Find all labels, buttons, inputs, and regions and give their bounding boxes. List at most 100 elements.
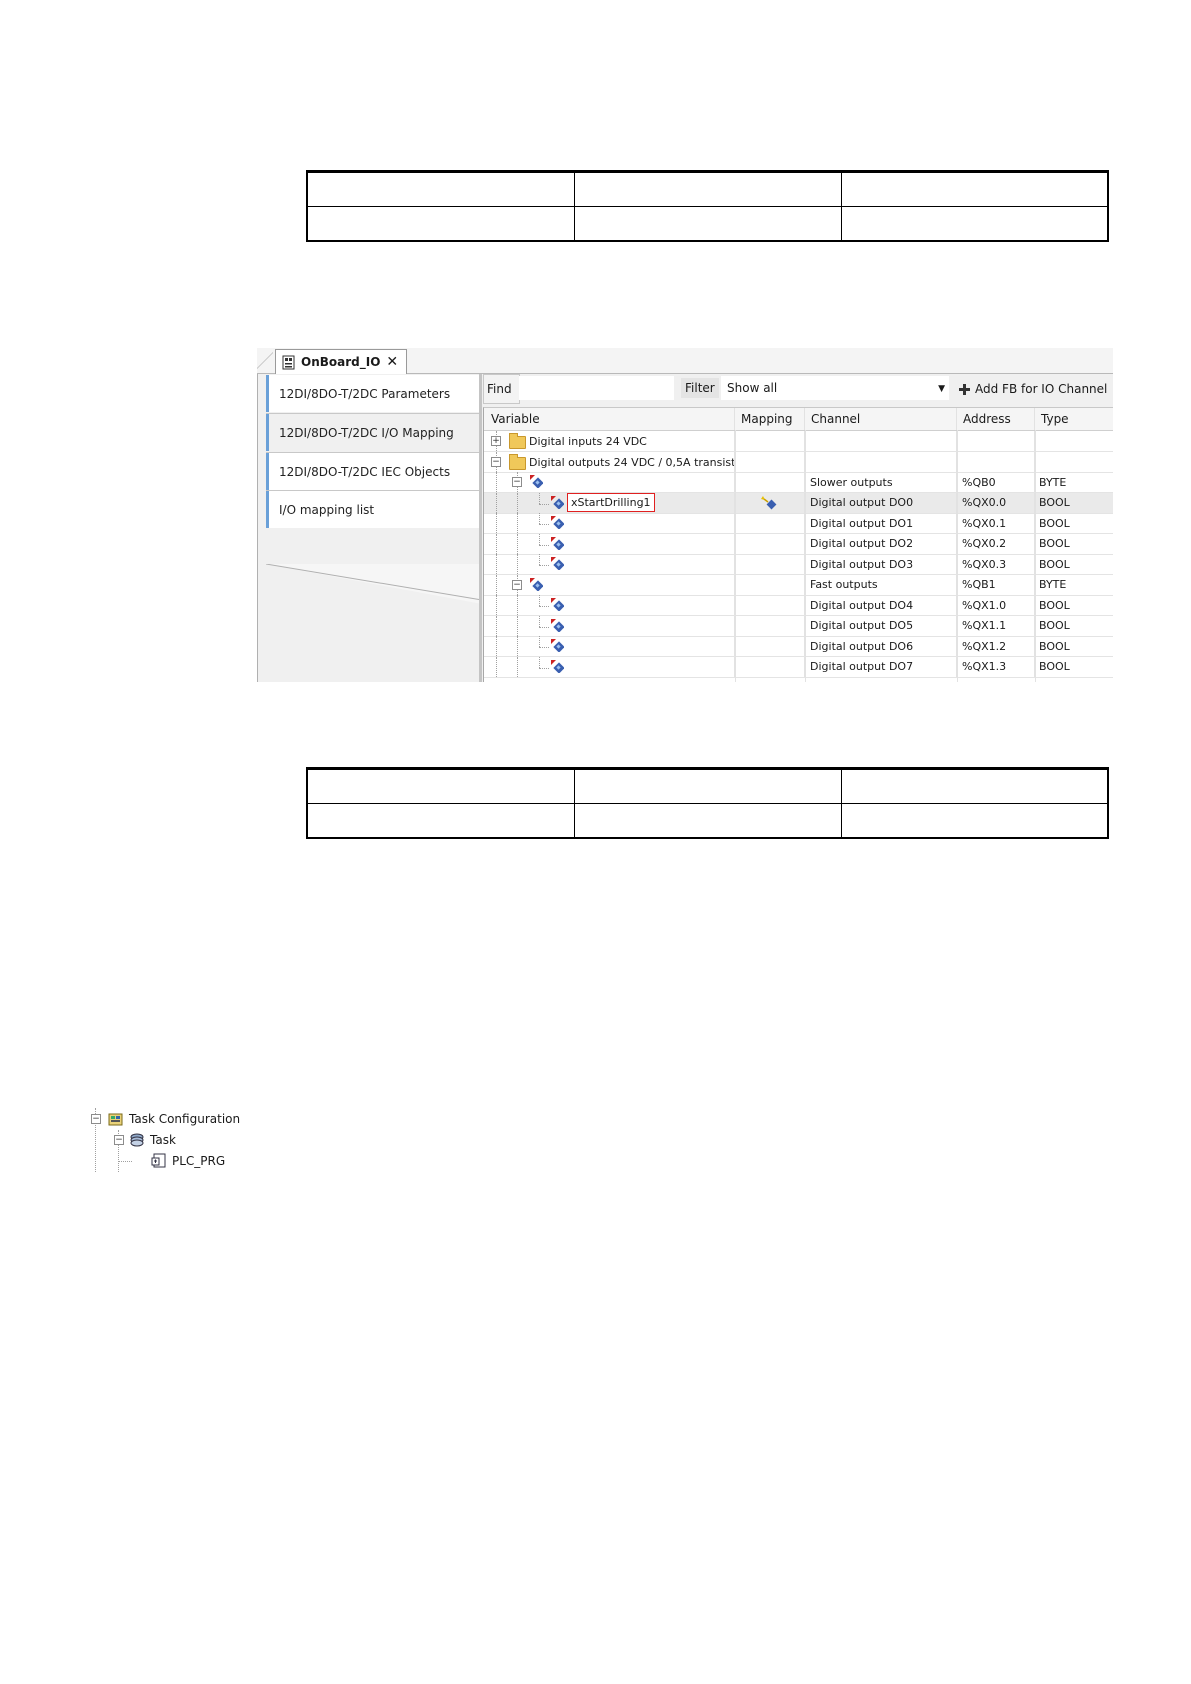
cell-variable[interactable] [484, 554, 735, 574]
variable-name[interactable]: xStartDrilling1 [567, 492, 655, 512]
cell-address[interactable]: %QX0.2 [957, 533, 1035, 554]
cell-type[interactable] [1035, 431, 1113, 451]
table-row[interactable]: − Slower outputs %QB0 BYTE [484, 472, 1113, 493]
table-row[interactable]: xStartDrilling1 Digital output DO0 %QX0.0 B… [484, 492, 1113, 514]
cell-type[interactable] [1035, 452, 1113, 472]
document-tab-onboard-io[interactable]: OnBoard_IO ✕ [275, 349, 408, 374]
cell-variable[interactable]: xStartDrilling1 [484, 492, 735, 513]
cell-mapping[interactable] [735, 451, 805, 472]
cell-address[interactable]: %QX1.0 [957, 595, 1035, 615]
side-tab-iec-objects[interactable]: 12DI/8DO-T/2DC IEC Objects [266, 453, 481, 490]
cell-type[interactable]: BOOL [1035, 554, 1113, 574]
cell-address[interactable]: %QX0.3 [957, 554, 1035, 574]
cell-mapping[interactable] [735, 615, 805, 636]
cell-channel[interactable]: Digital output DO6 [805, 636, 957, 656]
table-row[interactable]: Digital output DO5 %QX1.1 BOOL [484, 615, 1113, 637]
add-fb-for-io-channel-button[interactable]: Add FB for IO Channel [954, 376, 1113, 402]
cell-address[interactable]: %QB1 [957, 574, 1035, 595]
cell-variable[interactable] [484, 533, 735, 554]
cell-variable[interactable]: − [484, 472, 735, 492]
cell-type[interactable]: BOOL [1035, 493, 1113, 513]
cell-channel[interactable]: Digital output DO2 [805, 533, 957, 554]
collapse-icon[interactable]: − [512, 477, 522, 487]
cell-channel[interactable]: Fast outputs [805, 574, 957, 595]
table-cell [840, 206, 1109, 242]
cell-channel[interactable]: Digital output DO4 [805, 595, 957, 615]
column-header-address[interactable]: Address [957, 408, 1035, 430]
filter-select[interactable]: Show all ▼ [721, 376, 949, 400]
cell-mapping[interactable] [735, 554, 805, 574]
cell-variable[interactable] [484, 636, 735, 656]
expand-icon[interactable]: + [491, 436, 501, 446]
cell-mapping[interactable] [735, 533, 805, 554]
cell-variable[interactable]: − Digital outputs 24 VDC / 0,5A transisto… [484, 451, 735, 472]
find-input[interactable] [519, 376, 674, 400]
cell-mapping[interactable] [735, 574, 805, 595]
cell-mapping[interactable] [735, 595, 805, 615]
side-tab-io-mapping[interactable]: 12DI/8DO-T/2DC I/O Mapping [266, 414, 481, 451]
close-icon[interactable]: ✕ [386, 354, 398, 370]
dropdown-arrow-icon[interactable]: ▼ [938, 384, 945, 394]
cell-address[interactable]: %QX0.1 [957, 513, 1035, 533]
cell-address[interactable]: %QB0 [957, 472, 1035, 492]
cell-address[interactable]: %QX0.0 [957, 492, 1035, 513]
collapse-icon[interactable]: − [114, 1135, 124, 1145]
cell-address[interactable] [957, 451, 1035, 472]
cell-mapping[interactable] [735, 656, 805, 677]
cell-type[interactable]: BOOL [1035, 616, 1113, 636]
cell-type[interactable]: BOOL [1035, 636, 1113, 656]
table-row[interactable]: − Digital outputs 24 VDC / 0,5A transisto… [484, 451, 1113, 473]
tree-item-task[interactable]: Task [129, 1131, 176, 1149]
cell-variable[interactable]: + Digital inputs 24 VDC [484, 431, 735, 451]
tree-guide [517, 533, 518, 554]
column-header-channel[interactable]: Channel [805, 408, 957, 430]
cell-variable[interactable] [484, 513, 735, 533]
cell-channel[interactable]: Digital output DO3 [805, 554, 957, 574]
cell-channel[interactable] [805, 431, 957, 451]
collapse-icon[interactable]: − [91, 1114, 101, 1124]
cell-type[interactable]: BYTE [1035, 575, 1113, 595]
panel-divider[interactable] [479, 374, 482, 682]
cell-type[interactable]: BOOL [1035, 657, 1113, 677]
column-header-variable[interactable]: Variable [484, 408, 735, 430]
cell-channel[interactable]: Slower outputs [805, 472, 957, 492]
cell-mapping[interactable] [735, 431, 805, 451]
cell-mapping[interactable] [735, 513, 805, 533]
cell-type[interactable]: BOOL [1035, 595, 1113, 615]
collapse-icon[interactable]: − [491, 456, 501, 467]
table-row[interactable]: Digital output DO4 %QX1.0 BOOL [484, 595, 1113, 616]
cell-type[interactable]: BOOL [1035, 513, 1113, 533]
cell-address[interactable]: %QX1.1 [957, 615, 1035, 636]
collapse-icon[interactable]: − [512, 579, 522, 590]
cell-mapping[interactable] [735, 636, 805, 656]
side-tab-parameters[interactable]: 12DI/8DO-T/2DC Parameters [266, 375, 481, 412]
tree-item-plc-prg[interactable]: PLC_PRG [151, 1152, 225, 1170]
cell-variable[interactable] [484, 615, 735, 636]
cell-channel[interactable]: Digital output DO1 [805, 513, 957, 533]
table-row[interactable]: Digital output DO1 %QX0.1 BOOL [484, 513, 1113, 534]
cell-mapping[interactable] [735, 472, 805, 492]
cell-type[interactable]: BOOL [1035, 534, 1113, 554]
cell-type[interactable]: BYTE [1035, 472, 1113, 492]
table-row[interactable]: Digital output DO7 %QX1.3 BOOL [484, 656, 1113, 678]
cell-address[interactable]: %QX1.2 [957, 636, 1035, 656]
cell-channel[interactable] [805, 451, 957, 472]
table-row[interactable]: Digital output DO2 %QX0.2 BOOL [484, 533, 1113, 555]
table-row[interactable]: Digital output DO6 %QX1.2 BOOL [484, 636, 1113, 657]
cell-channel[interactable]: Digital output DO7 [805, 656, 957, 677]
cell-address[interactable]: %QX1.3 [957, 656, 1035, 677]
column-header-type[interactable]: Type [1035, 408, 1113, 430]
cell-channel[interactable]: Digital output DO5 [805, 615, 957, 636]
tree-item-task-configuration[interactable]: Task Configuration [108, 1110, 240, 1128]
table-row[interactable]: + Digital inputs 24 VDC [484, 431, 1113, 452]
cell-variable[interactable]: − [484, 574, 735, 595]
cell-variable[interactable] [484, 595, 735, 615]
side-tab-io-mapping-list[interactable]: I/O mapping list [266, 491, 481, 528]
column-header-mapping[interactable]: Mapping [735, 408, 805, 430]
cell-variable[interactable] [484, 656, 735, 677]
cell-address[interactable] [957, 431, 1035, 451]
table-row[interactable]: Digital output DO3 %QX0.3 BOOL [484, 554, 1113, 575]
table-row[interactable]: − Fast outputs %QB1 BYTE [484, 574, 1113, 596]
cell-mapping[interactable] [735, 492, 805, 513]
cell-channel[interactable]: Digital output DO0 [805, 492, 957, 513]
